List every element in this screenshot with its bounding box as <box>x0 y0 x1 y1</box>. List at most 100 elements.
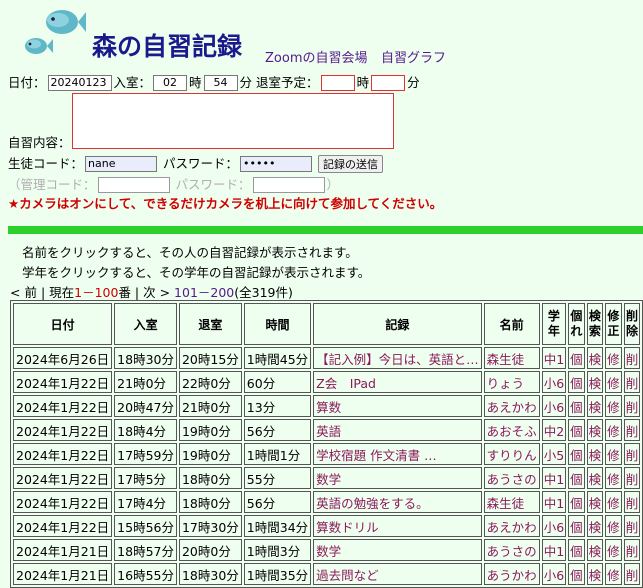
cell-search[interactable]: 検 <box>586 539 604 561</box>
cell-name[interactable]: あうさの <box>483 539 540 561</box>
cell-name[interactable]: あうかわ <box>483 563 540 585</box>
cell-record[interactable]: 算数 <box>313 395 482 417</box>
cell-grade[interactable]: 中1 <box>541 347 567 369</box>
cell-search[interactable]: 検 <box>586 395 604 417</box>
cell-grade[interactable]: 中1 <box>541 539 567 561</box>
cell-name[interactable]: あうさの <box>483 467 540 489</box>
submit-record-button[interactable]: 記録の送信 <box>318 154 384 173</box>
admin-code-field[interactable] <box>97 176 170 193</box>
table-row: 2024年1月22日 17時59分 19時0分 1時間1分 学校宿題 作文清書 … すりり… <box>13 443 641 465</box>
cell-individual[interactable]: 個 <box>568 347 585 369</box>
cell-delete[interactable]: 削 <box>623 371 641 393</box>
cell-individual[interactable]: 個 <box>568 371 585 393</box>
cell-grade[interactable]: 小6 <box>541 563 567 585</box>
cell-edit[interactable]: 修 <box>605 347 622 369</box>
cell-record[interactable]: 英語の勉強をする。 <box>313 491 482 513</box>
cell-edit[interactable]: 修 <box>605 371 622 393</box>
cell-edit[interactable]: 修 <box>605 467 622 489</box>
cell-name[interactable]: あおそふ <box>483 419 540 441</box>
cell-individual[interactable]: 個 <box>568 443 585 465</box>
cell-delete[interactable]: 削 <box>623 443 641 465</box>
cell-exit: 17時30分 <box>178 515 242 537</box>
cell-individual[interactable]: 個 <box>568 563 585 585</box>
cell-delete[interactable]: 削 <box>623 515 641 537</box>
exit-minute-field[interactable] <box>371 74 406 91</box>
cell-delete[interactable]: 削 <box>623 491 641 513</box>
cell-search[interactable]: 検 <box>586 443 604 465</box>
exit-hour-field[interactable] <box>320 74 355 91</box>
cell-record[interactable]: 数学 <box>313 467 482 489</box>
cell-grade[interactable]: 小6 <box>541 371 567 393</box>
cell-search[interactable]: 検 <box>586 467 604 489</box>
admin-password-field[interactable] <box>252 176 325 193</box>
cell-edit[interactable]: 修 <box>605 395 622 417</box>
pager-current-range: 1－100 <box>74 285 119 300</box>
cell-name[interactable]: あえかわ <box>483 515 540 537</box>
cell-edit[interactable]: 修 <box>605 443 622 465</box>
cell-edit[interactable]: 修 <box>605 491 622 513</box>
entry-minute-field[interactable] <box>203 74 238 91</box>
cell-grade[interactable]: 中1 <box>541 491 567 513</box>
cell-record[interactable]: 【記入例】今日は、英語と… <box>313 347 482 369</box>
cell-grade[interactable]: 中2 <box>541 419 567 441</box>
password-field[interactable] <box>240 155 313 172</box>
cell-grade[interactable]: 小6 <box>541 515 567 537</box>
cell-record[interactable]: 過去問など <box>313 563 482 585</box>
admin-row: （管理コード： パスワード： ） <box>8 175 339 194</box>
cell-duration: 55分 <box>243 467 312 489</box>
cell-duration: 1時間1分 <box>243 443 312 465</box>
cell-edit[interactable]: 修 <box>605 539 622 561</box>
cell-delete[interactable]: 削 <box>623 539 641 561</box>
cell-duration: 60分 <box>243 371 312 393</box>
cell-grade[interactable]: 小5 <box>541 443 567 465</box>
cell-delete[interactable]: 削 <box>623 347 641 369</box>
cell-search[interactable]: 検 <box>586 563 604 585</box>
cell-name[interactable]: すりりん <box>483 443 540 465</box>
cell-date: 2024年1月22日 <box>13 419 113 441</box>
date-field[interactable] <box>47 74 112 91</box>
cell-edit[interactable]: 修 <box>605 563 622 585</box>
cell-individual[interactable]: 個 <box>568 515 585 537</box>
zoom-room-link[interactable]: Zoomの自習会場 <box>265 47 367 66</box>
cell-name[interactable]: あえかわ <box>483 395 540 417</box>
cell-grade[interactable]: 中1 <box>541 467 567 489</box>
cell-delete[interactable]: 削 <box>623 467 641 489</box>
cell-grade[interactable]: 小6 <box>541 395 567 417</box>
cell-individual[interactable]: 個 <box>568 539 585 561</box>
cell-delete[interactable]: 削 <box>623 563 641 585</box>
pager-current-prefix: | 現在 <box>36 285 75 300</box>
cell-edit[interactable]: 修 <box>605 419 622 441</box>
cell-individual[interactable]: 個 <box>568 491 585 513</box>
cell-record[interactable]: 英語 <box>313 419 482 441</box>
cell-record[interactable]: Z会 IPad <box>313 371 482 393</box>
student-code-field[interactable] <box>85 155 158 172</box>
cell-individual[interactable]: 個 <box>568 467 585 489</box>
cell-search[interactable]: 検 <box>586 515 604 537</box>
study-graph-link[interactable]: 自習グラフ <box>381 47 446 66</box>
cell-date: 2024年1月22日 <box>13 491 113 513</box>
exit-label: 退室予定： <box>256 74 319 90</box>
entry-hour-field[interactable] <box>153 74 188 91</box>
cell-search[interactable]: 検 <box>586 491 604 513</box>
cell-name[interactable]: りょう <box>483 371 540 393</box>
cell-name[interactable]: 森生徒 <box>483 491 540 513</box>
study-content-textarea[interactable] <box>72 93 394 149</box>
cell-individual[interactable]: 個 <box>568 419 585 441</box>
cell-search[interactable]: 検 <box>586 347 604 369</box>
cell-record[interactable]: 学校宿題 作文清書 … <box>313 443 482 465</box>
cell-exit: 22時0分 <box>178 371 242 393</box>
cell-record[interactable]: 数学 <box>313 539 482 561</box>
table-row: 2024年1月22日 18時4分 19時0分 56分 英語 あおそふ 中2 個検修削 <box>13 419 641 441</box>
cell-edit[interactable]: 修 <box>605 515 622 537</box>
cell-individual[interactable]: 個 <box>568 395 585 417</box>
cell-delete[interactable]: 削 <box>623 419 641 441</box>
cell-search[interactable]: 検 <box>586 371 604 393</box>
cell-delete[interactable]: 削 <box>623 395 641 417</box>
pager-next-link[interactable]: 101－200 <box>174 285 234 300</box>
cell-exit: 21時0分 <box>178 395 242 417</box>
cell-record[interactable]: 算数ドリル <box>313 515 482 537</box>
cell-name[interactable]: 森生徒 <box>483 347 540 369</box>
cell-search[interactable]: 検 <box>586 419 604 441</box>
admin-password-label: パスワード： <box>175 176 251 192</box>
site-title: 森の自習記録 <box>92 32 243 61</box>
